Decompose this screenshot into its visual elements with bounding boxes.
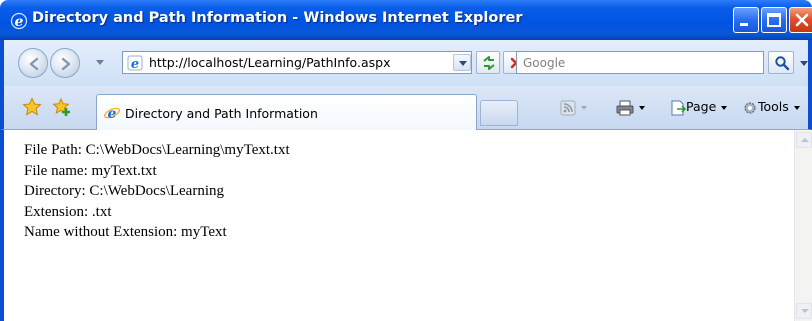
page-content: File Path: C:\WebDocs\Learning\myText.tx… [0, 130, 812, 321]
search-input[interactable]: Google [516, 51, 764, 74]
recent-pages-dropdown[interactable] [96, 60, 104, 65]
print-button[interactable] [616, 99, 645, 119]
back-button[interactable] [18, 48, 48, 78]
maximize-button[interactable] [761, 7, 787, 33]
search-button[interactable] [768, 51, 794, 74]
address-dropdown-button[interactable] [453, 54, 471, 71]
tab-label: Directory and Path Information [125, 106, 318, 121]
directory-line: Directory: C:\WebDocs\Learning [24, 183, 224, 199]
back-arrow-icon [29, 57, 39, 71]
minimize-button[interactable] [733, 7, 759, 33]
refresh-button[interactable] [476, 51, 500, 74]
forward-button[interactable] [50, 48, 80, 78]
printer-icon [616, 100, 634, 115]
search-icon [775, 56, 790, 71]
extension-line: Extension: .txt [24, 203, 112, 220]
file-name-line: File name: myText.txt [24, 162, 157, 179]
tools-menu-button[interactable]: Tools [742, 99, 800, 119]
file-path-line: File Path: C:\WebDocs\Learning\myText.tx… [24, 142, 290, 158]
address-url[interactable]: http://localhost/Learning/PathInfo.aspx [149, 55, 390, 70]
path-info-list: File Path: C:\WebDocs\Learning\myText.tx… [24, 140, 290, 243]
svg-text:e: e [15, 14, 24, 30]
page-menu-button[interactable]: Page [670, 99, 728, 119]
window-title: Directory and Path Information - Windows… [32, 10, 523, 26]
favorites-star-icon[interactable] [22, 97, 42, 120]
forward-arrow-icon [61, 57, 71, 71]
svg-text:e: e [108, 106, 117, 122]
feeds-button[interactable] [560, 99, 587, 119]
title-bar[interactable]: e Directory and Path Information - Windo… [0, 0, 812, 40]
search-placeholder: Google [523, 56, 566, 70]
maximize-icon [767, 13, 781, 27]
refresh-icon [483, 56, 495, 70]
name-without-extension-line: Name without Extension: myText [24, 224, 227, 240]
svg-text:e: e [131, 57, 139, 71]
scroll-down-button[interactable] [796, 303, 812, 319]
scroll-up-button[interactable] [796, 132, 812, 148]
ie-logo-icon: e [10, 12, 28, 30]
page-icon [671, 100, 687, 115]
page-menu-label: Page [686, 99, 717, 114]
tab-directory-and-path-information[interactable]: e Directory and Path Information [96, 94, 477, 130]
address-toolbar: e http://localhost/Learning/PathInfo.asp… [0, 40, 812, 86]
tab-toolbar: e Directory and Path Information Page To… [0, 86, 812, 130]
close-button[interactable] [789, 7, 812, 33]
vertical-scrollbar[interactable] [794, 130, 812, 321]
tools-menu-label: Tools [758, 99, 789, 114]
close-icon [795, 13, 809, 27]
ie-page-icon: e [127, 55, 143, 72]
gear-icon [744, 101, 756, 114]
search-options-dropdown[interactable] [800, 61, 808, 66]
ie-page-icon: e [103, 104, 121, 125]
add-favorite-icon[interactable] [52, 97, 72, 120]
feed-icon [560, 100, 576, 115]
new-tab-button[interactable] [480, 100, 518, 126]
address-bar[interactable]: e http://localhost/Learning/PathInfo.asp… [122, 51, 472, 74]
minimize-icon [740, 23, 748, 26]
